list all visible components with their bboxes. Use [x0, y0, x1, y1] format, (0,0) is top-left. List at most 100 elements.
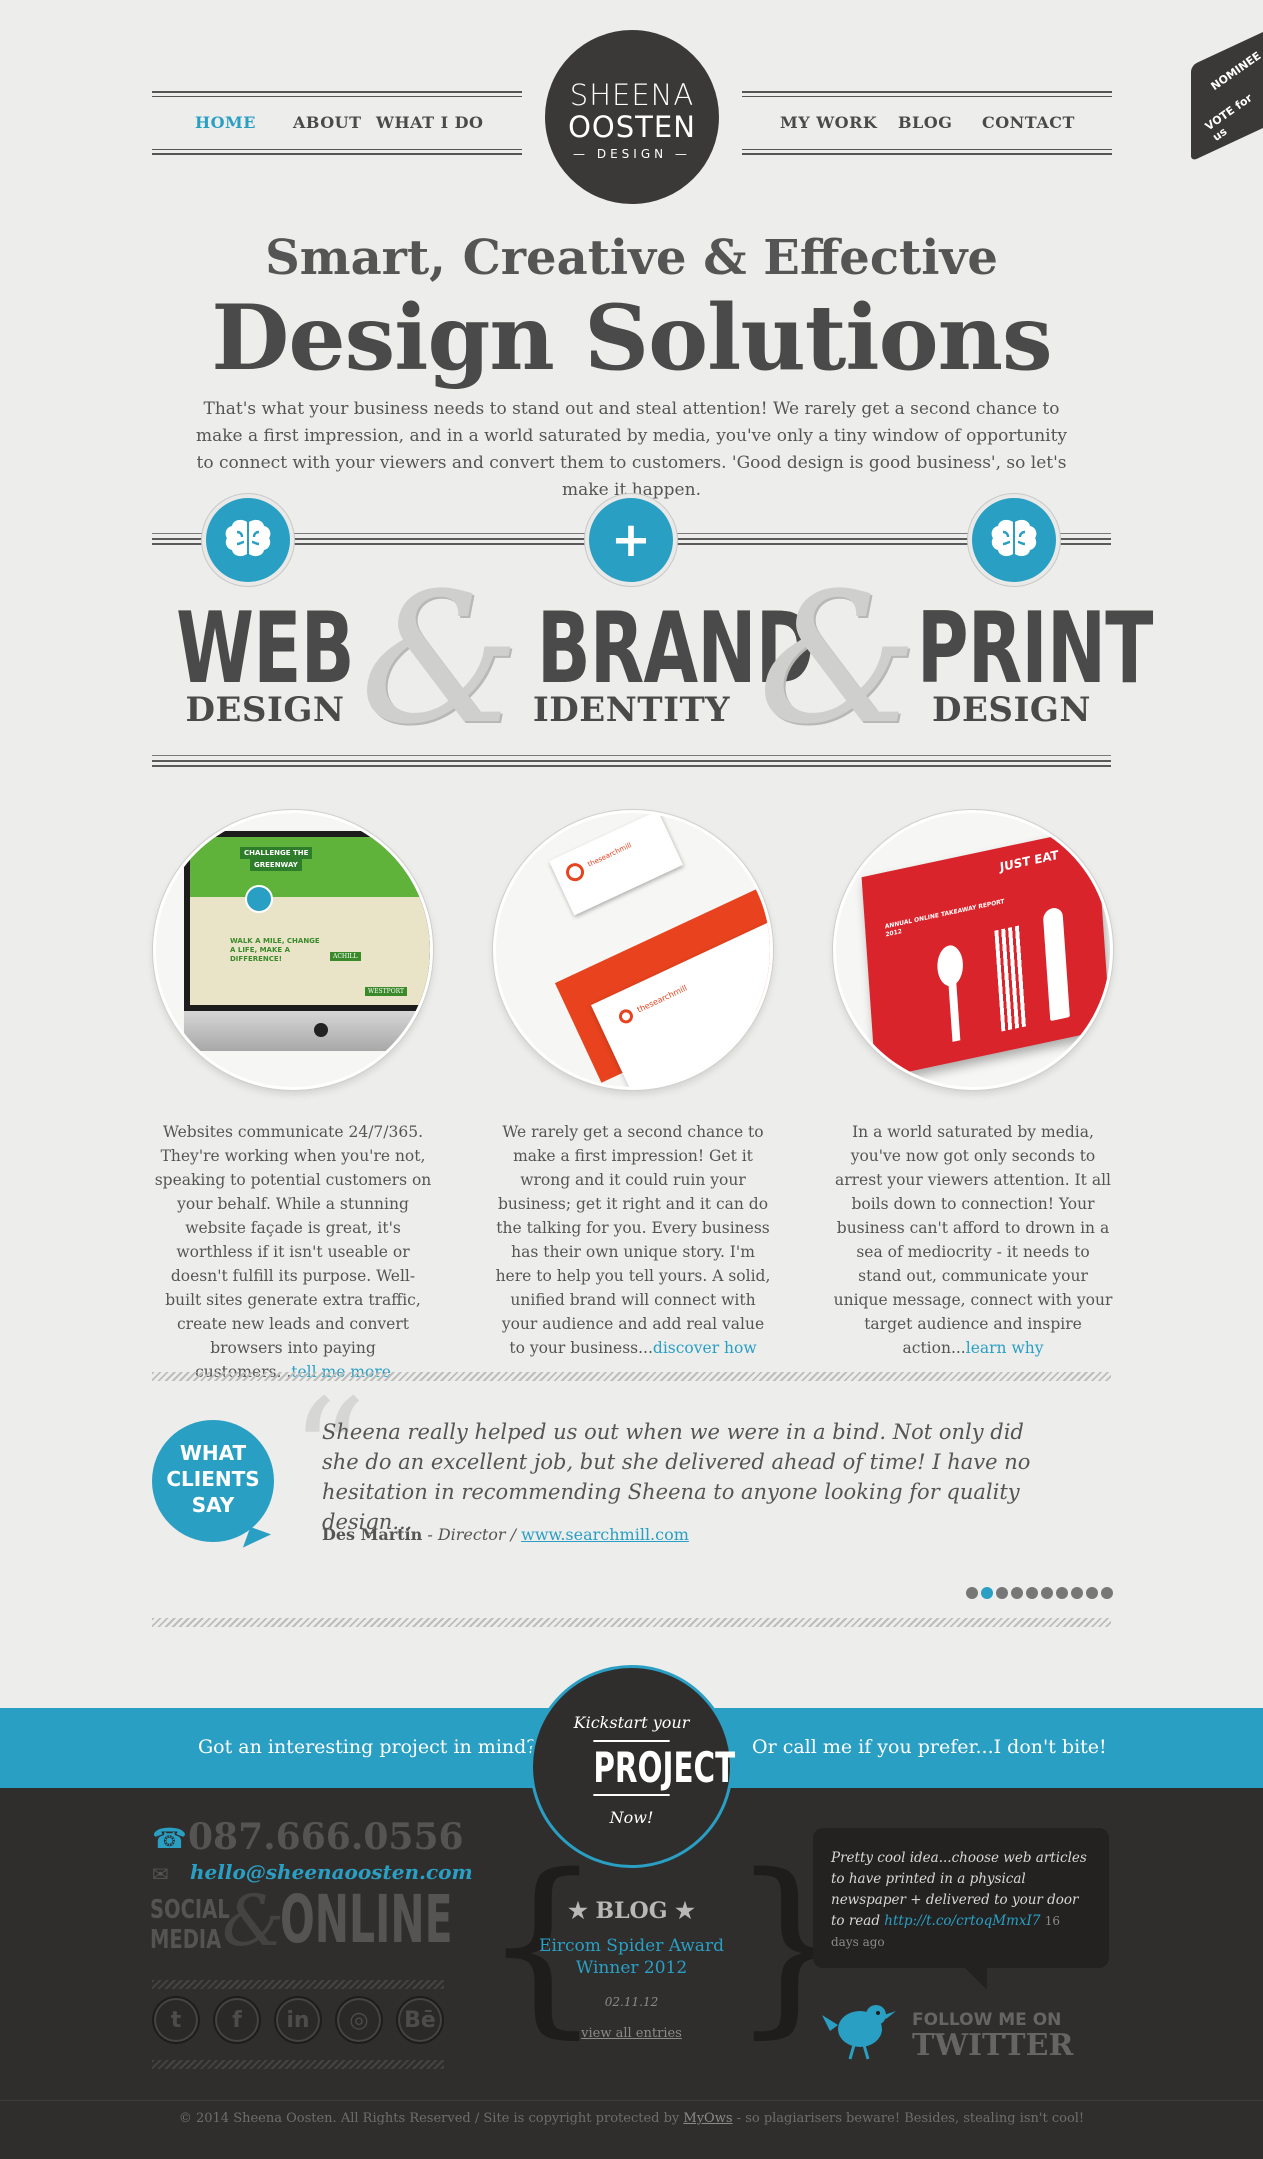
view-all-entries-link[interactable]: view all entries	[530, 2026, 733, 2041]
nav-what-i-do[interactable]: WHAT I DO	[376, 113, 483, 132]
hero-title: Design Solutions	[211, 285, 1052, 391]
logo-line-2: OOSTEN	[568, 110, 696, 144]
cta-left-text: Got an interesting project in mind?	[198, 1736, 537, 1758]
footer-ampersand: &	[222, 1880, 285, 1962]
badge-nominee: NOMINEE	[1208, 49, 1263, 94]
footer-hatch-1	[152, 1980, 444, 1989]
social-label-1: SOCIAL	[150, 1895, 230, 1925]
apple-logo-icon	[314, 1023, 328, 1037]
brain-icon	[972, 498, 1056, 582]
testimonial-quote: Sheena really helped us out when we were…	[322, 1420, 1031, 1534]
pager-dot[interactable]	[996, 1587, 1008, 1599]
author-site-link[interactable]: www.searchmill.com	[521, 1525, 689, 1544]
service-print-title: PRINT	[916, 592, 1154, 706]
brand-circle: +	[585, 494, 677, 586]
knife-icon	[1042, 906, 1070, 1022]
phone-number: 087.666.0556	[188, 1816, 464, 1858]
author-name: Des Martin	[322, 1525, 423, 1544]
dribbble-icon[interactable]: ◎	[335, 1996, 383, 2044]
service-web-title: WEB	[176, 592, 354, 706]
testimonial-pager	[966, 1587, 1113, 1599]
what-clients-say-bubble: WHAT CLIENTS SAY	[152, 1420, 274, 1542]
imac-chin	[184, 1011, 430, 1051]
phone-icon: ☎	[152, 1822, 187, 1855]
logo-line-3: — DESIGN —	[573, 147, 691, 161]
hero-subtitle: Smart, Creative & Effective	[265, 230, 998, 286]
portfolio-brand-text: We rarely get a second chance to make a …	[495, 1123, 771, 1357]
nav-contact[interactable]: CONTACT	[982, 113, 1075, 132]
ampersand-1: &	[360, 555, 521, 764]
blog-heading: ★ BLOG ★	[568, 1898, 695, 1924]
author-role: - Director /	[422, 1525, 522, 1544]
learn-why-link[interactable]: learn why	[966, 1339, 1044, 1357]
social-label-2: MEDIA	[150, 1925, 222, 1955]
nominee-badge[interactable]: NOMINEE VOTE for us	[1191, 32, 1263, 162]
linkedin-icon[interactable]: in	[274, 1996, 322, 2044]
follow-label-2[interactable]: TWITTER	[912, 2028, 1073, 2063]
nav-home[interactable]: HOME	[195, 113, 256, 132]
mock-achill: ACHILL	[330, 952, 361, 961]
portfolio-web-image[interactable]: CHALLENGE THE GREENWAY WALK A MILE, CHAN…	[153, 810, 433, 1090]
myows-link[interactable]: MyOws	[683, 2111, 732, 2126]
nav-my-work[interactable]: MY WORK	[780, 113, 877, 132]
portfolio-print-image[interactable]: JUST EAT ANNUAL ONLINE TAKEAWAY REPORT 2…	[833, 810, 1113, 1090]
imac-screen: CHALLENGE THE GREENWAY WALK A MILE, CHAN…	[184, 831, 430, 1011]
pager-dot[interactable]	[1011, 1587, 1023, 1599]
pager-dot[interactable]	[1071, 1587, 1083, 1599]
nav-about[interactable]: ABOUT	[293, 113, 362, 132]
pager-dot[interactable]	[1086, 1587, 1098, 1599]
discover-how-link[interactable]: discover how	[653, 1339, 757, 1357]
service-web-sub: DESIGN	[185, 690, 345, 730]
pager-dot[interactable]	[966, 1587, 978, 1599]
kickstart-line-1: Kickstart your	[573, 1713, 690, 1732]
fork-icon	[994, 925, 1027, 1032]
brain-icon	[206, 498, 290, 582]
footer-hatch-2	[152, 2060, 444, 2069]
mail-icon: ✉	[152, 1862, 169, 1886]
mock-challenge: CHALLENGE THE	[240, 847, 313, 859]
service-brand-title: BRAND	[536, 592, 814, 706]
kickstart-line-3: Now!	[609, 1808, 654, 1827]
business-card: thesearchmill	[548, 813, 684, 916]
kickstart-line-2: PROJECT	[593, 1740, 735, 1796]
testimonial-author: Des Martin - Director / www.searchmill.c…	[322, 1525, 689, 1544]
copyright-text: © 2014 Sheena Oosten. All Rights Reserve…	[178, 2111, 684, 2126]
portfolio-web-text: Websites communicate 24/7/365. They're w…	[153, 1120, 433, 1384]
twitter-icon[interactable]: t	[152, 1996, 200, 2044]
blog-date: 02.11.12	[604, 1995, 659, 2009]
pager-dot[interactable]	[981, 1587, 993, 1599]
letterhead-brand: thesearchmill	[635, 983, 689, 1015]
pager-dot[interactable]	[1041, 1587, 1053, 1599]
card-brand: thesearchmill	[586, 841, 633, 869]
portfolio-print-text: In a world saturated by media, you've no…	[833, 1123, 1113, 1357]
facebook-icon[interactable]: f	[213, 1996, 261, 2044]
logo-line-1: SHEENA	[569, 78, 695, 112]
hero-intro: That's what your business needs to stand…	[195, 399, 1068, 500]
report-cover: JUST EAT ANNUAL ONLINE TAKEAWAY REPORT 2…	[861, 827, 1110, 1079]
services-rule-bottom	[152, 755, 1111, 767]
hatch-divider-bottom	[152, 1618, 1111, 1627]
bubble-line-1: WHAT	[179, 1441, 247, 1465]
site-logo[interactable]: SHEENA OOSTEN — DESIGN —	[545, 30, 719, 204]
service-brand-sub: IDENTITY	[532, 690, 731, 730]
follow-label-1[interactable]: FOLLOW ME ON	[912, 2010, 1061, 2030]
copyright-end: - so plagiarisers beware! Besides, steal…	[732, 2111, 1085, 2126]
mock-walk: WALK A MILE, CHANGE A LIFE, MAKE A DIFFE…	[230, 937, 320, 963]
service-print-sub: DESIGN	[932, 690, 1091, 730]
pager-dot[interactable]	[1026, 1587, 1038, 1599]
online-label: ONLINE	[280, 1881, 453, 1958]
nav-blog[interactable]: BLOG	[898, 113, 952, 132]
latest-tweet: Pretty cool idea...choose web articles t…	[813, 1828, 1109, 1990]
portfolio-brand-image[interactable]: thesearchmill thesearchmill	[493, 810, 773, 1090]
tweet-link[interactable]: http://t.co/crtoqMmxI7	[884, 1913, 1040, 1929]
bubble-line-3: SAY	[191, 1493, 235, 1517]
blog-post-link[interactable]: Eircom Spider Award Winner 2012	[538, 1935, 725, 1979]
report-brand: JUST EAT	[999, 847, 1059, 875]
pager-dot[interactable]	[1101, 1587, 1113, 1599]
behance-icon[interactable]: Bē	[396, 1996, 444, 2044]
badge-vote: VOTE for us	[1202, 91, 1255, 144]
web-circle	[202, 494, 294, 586]
bubble-line-2: CLIENTS	[166, 1467, 260, 1491]
print-circle	[968, 494, 1060, 586]
pager-dot[interactable]	[1056, 1587, 1068, 1599]
